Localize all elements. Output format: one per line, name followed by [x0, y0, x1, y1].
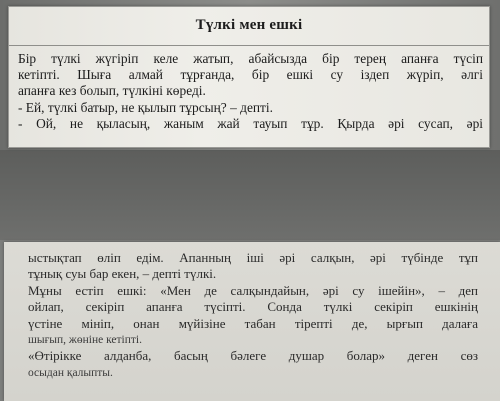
story-text-bottom: ыстықтап өліп едім. Апанның іші әрі салқ… — [28, 250, 478, 381]
text-line: - Ой, не қыласың, жаным жай тауып тұр. Қ… — [18, 115, 483, 131]
text-line: - Ей, түлкі батыр, не қылып тұрсың? – де… — [18, 99, 273, 115]
text-line: «Өтірікке алданба, басың бәлеге душар бо… — [28, 348, 478, 364]
page-fragment-top: Түлкі мен ешкі Бір түлкі жүгіріп келе жа… — [8, 6, 490, 148]
text-line: ойлап, секіріп апанға түсіпті. Сонда түл… — [28, 299, 478, 315]
text-line: үстіне мініп, онан мүйізіне табан тірепт… — [28, 315, 478, 331]
text-line: кетіпті. Шыға алмай тұрғанда, бір ешкі с… — [18, 67, 483, 83]
background-gap — [0, 150, 500, 240]
page-fragment-bottom: ыстықтап өліп едім. Апанның іші әрі салқ… — [4, 242, 500, 401]
text-line: осыдан қалыпты. — [28, 366, 113, 379]
text-line: апанға кез болып, түлкіні көреді. — [18, 83, 206, 99]
text-line: шығып, жөніне кетіпті. — [28, 334, 142, 347]
text-line: ыстықтап өліп едім. Апанның іші әрі салқ… — [28, 250, 478, 265]
title-divider — [9, 45, 489, 46]
text-line: Мұны естіп ешкі: «Мен де салқындайын, әр… — [28, 282, 478, 298]
text-line: Бір түлкі жүгіріп келе жатып, абайсызда … — [18, 51, 483, 66]
story-title: Түлкі мен ешкі — [195, 17, 303, 33]
story-text-top: Бір түлкі жүгіріп келе жатып, абайсызда … — [18, 51, 483, 132]
text-line: тұнық суы бар екен, – депті түлкі. — [28, 266, 217, 282]
